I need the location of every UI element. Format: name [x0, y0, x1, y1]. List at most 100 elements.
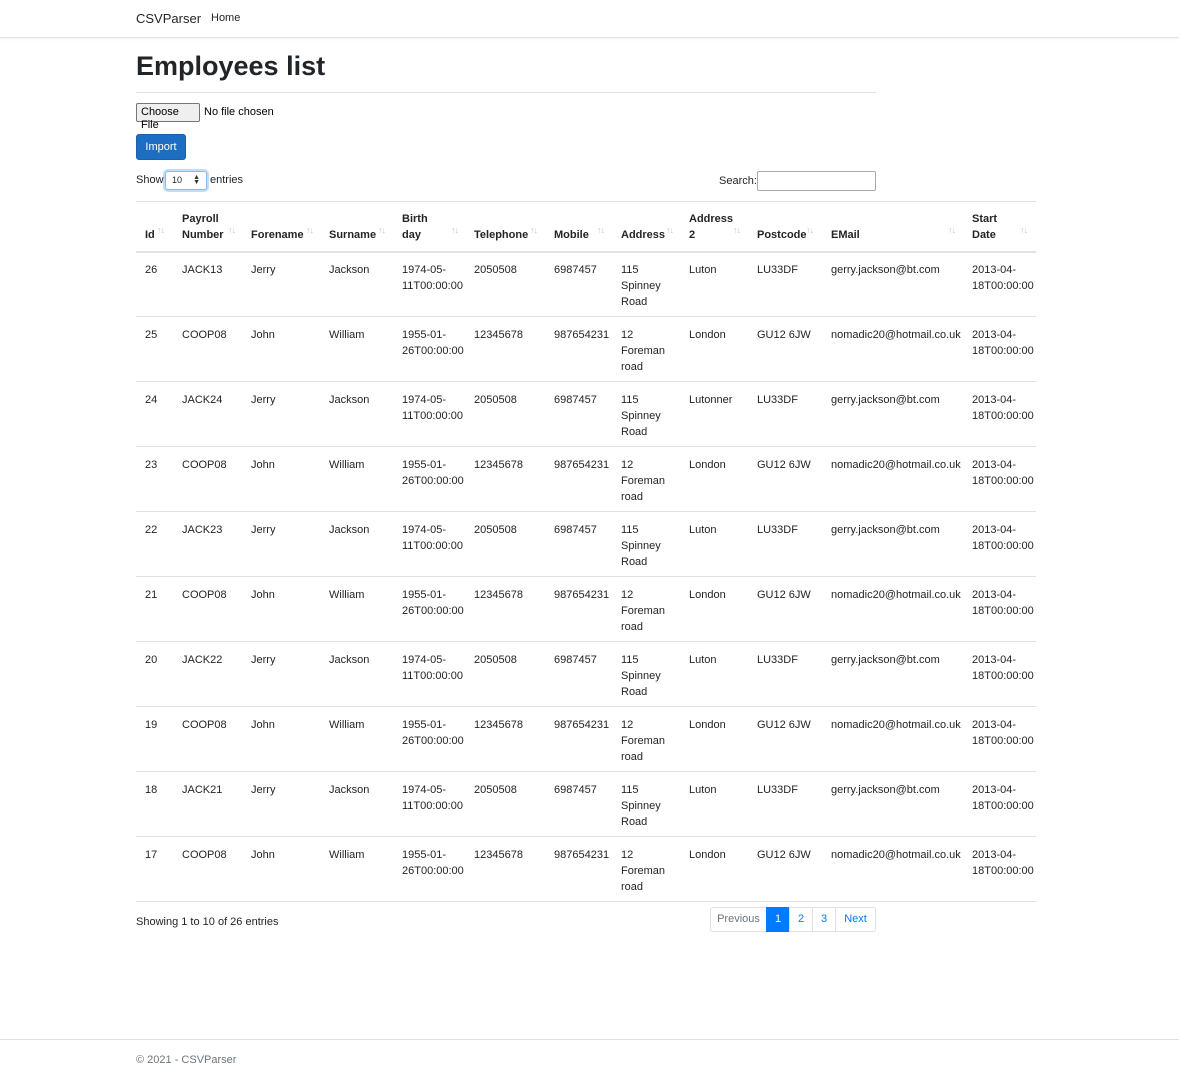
- sort-arrows-icon: ↑↓: [948, 225, 956, 235]
- import-button[interactable]: Import: [136, 134, 186, 160]
- cell-mobile-line: 987654231: [554, 849, 610, 861]
- nav-link-home[interactable]: Home: [211, 12, 240, 24]
- cell-email: gerry.jackson@bt.com: [831, 262, 940, 278]
- table-row: 17 COOP08 John William 1955-01- 26T00:00:00 12…: [136, 836, 1036, 902]
- pagination-page-1[interactable]: 1: [766, 907, 790, 932]
- column-header-label: Mobile: [554, 229, 589, 241]
- cell-address-line: Foreman: [621, 605, 666, 617]
- cell-telephone: 2050508: [474, 782, 517, 798]
- column-header-address2[interactable]: Address 2: [689, 211, 733, 243]
- cell-start-date: 2013-04- 18T00:00:00: [972, 262, 1034, 294]
- column-header-birth[interactable]: Birth day: [402, 211, 428, 243]
- cell-id-line: 20: [145, 654, 158, 666]
- cell-address2-line: London: [689, 849, 726, 861]
- cell-postcode-line: GU12 6JW: [757, 329, 811, 341]
- cell-start-date-line: 18T00:00:00: [972, 475, 1034, 487]
- sort-arrows-icon: ↑↓: [1020, 225, 1028, 235]
- pagination-page-2[interactable]: 2: [789, 907, 813, 932]
- cell-birthday-line: 26T00:00:00: [402, 345, 464, 357]
- pagination-page-3[interactable]: 3: [812, 907, 836, 932]
- cell-postcode: GU12 6JW: [757, 717, 811, 733]
- column-header-label: Address: [621, 229, 666, 241]
- search-label: Search:: [719, 175, 757, 187]
- cell-payroll: COOP08: [182, 327, 227, 343]
- footer: © 2021 - CSVParser: [0, 1039, 1179, 1080]
- column-header-forename[interactable]: Forename: [251, 211, 304, 243]
- column-header-id[interactable]: Id: [145, 211, 155, 243]
- column-header-payroll[interactable]: Payroll Number: [182, 211, 224, 243]
- cell-address-line: Road: [621, 296, 648, 308]
- cell-forename: Jerry: [251, 392, 275, 408]
- cell-start-date-line: 18T00:00:00: [972, 540, 1034, 552]
- column-header-label: EMail: [831, 229, 860, 241]
- sort-arrows-icon: ↑↓: [378, 225, 386, 235]
- column-header-start[interactable]: Start Date: [972, 211, 997, 243]
- navbar: CSVParser Home: [0, 0, 1179, 38]
- cell-surname: Jackson: [329, 392, 369, 408]
- cell-email: nomadic20@hotmail.co.uk: [831, 327, 961, 343]
- column-header-label: Birth: [402, 213, 428, 225]
- cell-surname: Jackson: [329, 262, 369, 278]
- cell-payroll-line: JACK23: [182, 524, 223, 536]
- column-header-label: Telephone: [474, 229, 529, 241]
- cell-start-date-line: 18T00:00:00: [972, 735, 1034, 747]
- cell-start-date-line: 18T00:00:00: [972, 800, 1034, 812]
- column-header-label: Postcode: [757, 229, 807, 241]
- cell-email: nomadic20@hotmail.co.uk: [831, 847, 961, 863]
- cell-email: gerry.jackson@bt.com: [831, 652, 940, 668]
- title-divider: [136, 92, 876, 93]
- cell-email-line: gerry.jackson@bt.com: [831, 264, 940, 276]
- cell-postcode: LU33DF: [757, 522, 798, 538]
- choose-file-button[interactable]: Choose File: [136, 103, 200, 131]
- cell-address2: London: [689, 327, 726, 343]
- entries-length-select[interactable]: 10 ▲ ▼: [165, 171, 207, 190]
- cell-email: nomadic20@hotmail.co.uk: [831, 717, 961, 733]
- column-header-telephone[interactable]: Telephone: [474, 211, 528, 243]
- cell-forename-line: Jerry: [251, 784, 276, 796]
- cell-postcode-line: GU12 6JW: [757, 459, 811, 471]
- cell-payroll-line: JACK24: [182, 394, 223, 406]
- cell-forename: Jerry: [251, 522, 275, 538]
- column-header-surname[interactable]: Surname: [329, 211, 376, 243]
- column-header-addr[interactable]: Address: [621, 211, 665, 243]
- column-header-email[interactable]: EMail: [831, 211, 860, 243]
- cell-payroll: JACK13: [182, 262, 222, 278]
- cell-address: 115 Spinney Road: [621, 262, 661, 310]
- cell-telephone-line: 2050508: [474, 654, 517, 666]
- cell-start-date-line: 2013-04-: [972, 589, 1017, 601]
- column-header-postcode[interactable]: Postcode: [757, 211, 807, 243]
- cell-telephone: 12345678: [474, 587, 523, 603]
- cell-mobile: 987654231: [554, 717, 609, 733]
- cell-start-date-line: 2013-04-: [972, 264, 1017, 276]
- cell-address: 115 Spinney Road: [621, 652, 661, 700]
- cell-start-date-line: 2013-04-: [972, 849, 1017, 861]
- cell-address-line: road: [621, 751, 644, 763]
- cell-address2-line: London: [689, 459, 726, 471]
- pagination-next[interactable]: Next: [835, 907, 876, 932]
- cell-email-line: gerry.jackson@bt.com: [831, 654, 940, 666]
- cell-mobile-line: 987654231: [554, 589, 610, 601]
- cell-postcode-line: LU33DF: [757, 394, 798, 406]
- cell-telephone-line: 2050508: [474, 524, 517, 536]
- cell-address2-line: Luton: [689, 654, 717, 666]
- cell-payroll: COOP08: [182, 847, 227, 863]
- brand-link[interactable]: CSVParser: [136, 11, 201, 26]
- cell-id: 19: [145, 717, 157, 733]
- cell-start-date-line: 18T00:00:00: [972, 345, 1034, 357]
- column-header-label: Number: [182, 229, 224, 241]
- cell-birthday: 1955-01- 26T00:00:00: [402, 587, 464, 619]
- cell-address-line: Spinney: [621, 670, 661, 682]
- column-header-mobile[interactable]: Mobile: [554, 211, 589, 243]
- cell-address2: London: [689, 847, 726, 863]
- cell-id: 23: [145, 457, 157, 473]
- cell-address: 12 Foreman road: [621, 327, 665, 375]
- pagination-previous[interactable]: Previous: [710, 907, 767, 932]
- cell-telephone: 12345678: [474, 717, 523, 733]
- cell-id: 17: [145, 847, 157, 863]
- cell-start-date: 2013-04- 18T00:00:00: [972, 327, 1034, 359]
- cell-payroll-line: COOP08: [182, 459, 227, 471]
- cell-surname: Jackson: [329, 782, 369, 798]
- cell-address2-line: Luton: [689, 264, 717, 276]
- cell-mobile: 6987457: [554, 522, 597, 538]
- search-input[interactable]: [757, 171, 876, 191]
